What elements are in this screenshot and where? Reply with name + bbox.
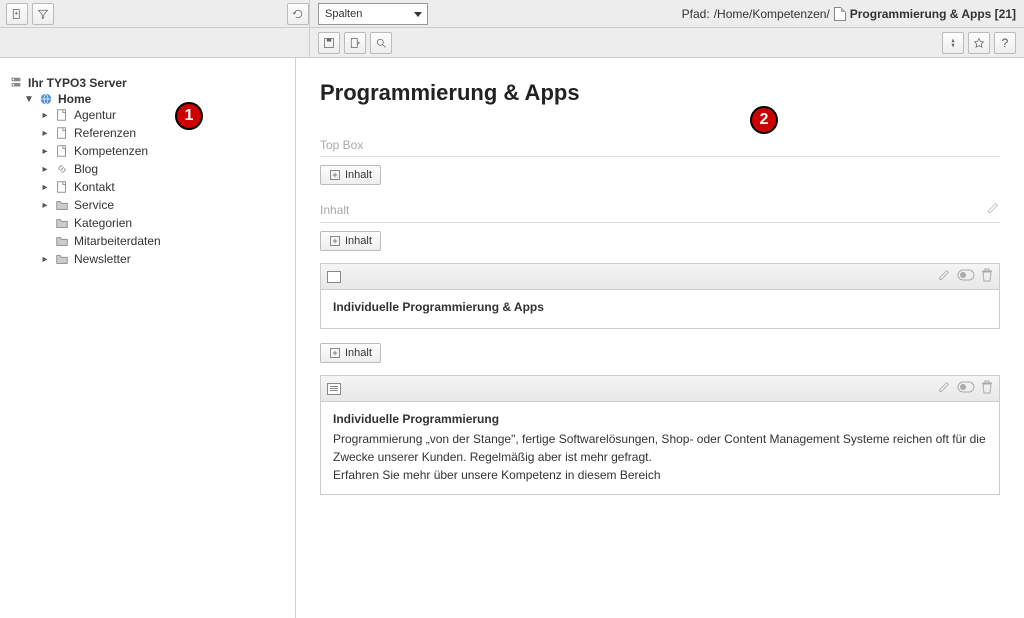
- view-select-label: Spalten: [318, 3, 428, 25]
- section-inhalt: Inhalt: [320, 197, 1000, 223]
- link-icon: [54, 162, 70, 176]
- tree-item-agentur[interactable]: ▸Agentur: [40, 108, 287, 122]
- annotation-1: 1: [175, 102, 203, 130]
- left-tool-group: [0, 0, 310, 27]
- tree-item-kategorien[interactable]: Kategorien: [40, 216, 287, 230]
- content-element-2: Individuelle Programmierung Programmieru…: [320, 375, 1000, 495]
- page-icon: [54, 126, 70, 140]
- path-crumbs: /Home/Kompetenzen/: [714, 7, 830, 21]
- new-page-button[interactable]: [6, 3, 28, 25]
- tree-root[interactable]: Ihr TYPO3 Server: [8, 76, 287, 90]
- tree-item-kontakt[interactable]: ▸Kontakt: [40, 180, 287, 194]
- tree-item-blog[interactable]: ▸Blog: [40, 162, 287, 176]
- filter-button[interactable]: [32, 3, 54, 25]
- delete-icon[interactable]: [981, 380, 993, 397]
- expand-icon[interactable]: ▸: [40, 128, 50, 139]
- main-layout: Ihr TYPO3 Server ▼ Home ▸Agentur ▸Refere…: [0, 58, 1024, 618]
- path-prefix: Pfad:: [682, 7, 710, 21]
- page-icon: [54, 144, 70, 158]
- expand-icon[interactable]: ▸: [40, 110, 50, 121]
- cache-button[interactable]: [942, 32, 964, 54]
- add-content-inhalt-2[interactable]: Inhalt: [320, 343, 381, 363]
- expand-icon[interactable]: ▸: [40, 182, 50, 193]
- section-inhalt-label: Inhalt: [320, 203, 349, 217]
- page-tree: Ihr TYPO3 Server ▼ Home ▸Agentur ▸Refere…: [0, 58, 296, 618]
- server-icon: [8, 76, 24, 90]
- expand-icon[interactable]: ▸: [40, 200, 50, 211]
- ce-text: Programmierung „von der Stange", fertige…: [333, 430, 987, 484]
- search-button[interactable]: [370, 32, 392, 54]
- toolbar-right-2: ?: [310, 28, 1024, 57]
- annotation-2: 2: [750, 106, 778, 134]
- ce-header[interactable]: [321, 376, 999, 402]
- tree-item-service[interactable]: ▸Service: [40, 198, 287, 212]
- add-content-inhalt-1[interactable]: Inhalt: [320, 231, 381, 251]
- toolbar-right-1: Spalten Pfad: /Home/Kompetenzen/ Program…: [310, 0, 1024, 27]
- folder-icon: [54, 252, 70, 266]
- view-select[interactable]: Spalten: [318, 3, 428, 25]
- add-icon: [329, 347, 341, 359]
- edit-icon[interactable]: [937, 268, 951, 285]
- content-area: Programmierung & Apps Top Box Inhalt Inh…: [296, 58, 1024, 618]
- toolbar-row-2: ?: [0, 28, 1024, 58]
- tree-home[interactable]: ▼ Home: [24, 92, 287, 106]
- path-title: Programmierung & Apps [21]: [850, 7, 1016, 21]
- globe-icon: [38, 92, 54, 106]
- save-button[interactable]: [318, 32, 340, 54]
- edit-column-icon[interactable]: [986, 201, 1000, 218]
- section-topbox-label: Top Box: [320, 138, 363, 152]
- expand-icon[interactable]: ▸: [40, 146, 50, 157]
- toggle-icon[interactable]: [957, 269, 975, 284]
- toolbar-row-1: Spalten Pfad: /Home/Kompetenzen/ Program…: [0, 0, 1024, 28]
- collapse-icon[interactable]: ▼: [24, 94, 34, 105]
- ce-title: Individuelle Programmierung: [333, 412, 987, 426]
- header-element-icon: [327, 271, 341, 283]
- tree-item-kompetenzen[interactable]: ▸Kompetenzen: [40, 144, 287, 158]
- ce-header[interactable]: [321, 264, 999, 290]
- page-icon: [834, 7, 846, 21]
- bookmark-button[interactable]: [968, 32, 990, 54]
- expand-icon[interactable]: ▸: [40, 254, 50, 265]
- breadcrumb: Pfad: /Home/Kompetenzen/ Programmierung …: [682, 7, 1016, 21]
- tree-home-label: Home: [58, 92, 91, 106]
- tree-item-referenzen[interactable]: ▸Referenzen: [40, 126, 287, 140]
- page-icon: [54, 108, 70, 122]
- section-topbox: Top Box: [320, 134, 1000, 157]
- tree-item-newsletter[interactable]: ▸Newsletter: [40, 252, 287, 266]
- text-element-icon: [327, 383, 341, 395]
- tree-root-label: Ihr TYPO3 Server: [28, 76, 127, 90]
- edit-icon[interactable]: [937, 380, 951, 397]
- page-icon: [54, 180, 70, 194]
- folder-icon: [54, 216, 70, 230]
- add-icon: [329, 169, 341, 181]
- add-content-topbox[interactable]: Inhalt: [320, 165, 381, 185]
- delete-icon[interactable]: [981, 268, 993, 285]
- toggle-icon[interactable]: [957, 381, 975, 396]
- ce-title: Individuelle Programmierung & Apps: [333, 300, 987, 314]
- folder-icon: [54, 198, 70, 212]
- left-tools-empty: [0, 28, 310, 57]
- tree-item-mitarbeiterdaten[interactable]: Mitarbeiterdaten: [40, 234, 287, 248]
- folder-icon: [54, 234, 70, 248]
- content-element-1: Individuelle Programmierung & Apps: [320, 263, 1000, 329]
- page-title: Programmierung & Apps: [320, 80, 1000, 106]
- help-button[interactable]: ?: [994, 32, 1016, 54]
- add-icon: [329, 235, 341, 247]
- refresh-button[interactable]: [287, 3, 309, 25]
- export-button[interactable]: [344, 32, 366, 54]
- expand-icon[interactable]: ▸: [40, 164, 50, 175]
